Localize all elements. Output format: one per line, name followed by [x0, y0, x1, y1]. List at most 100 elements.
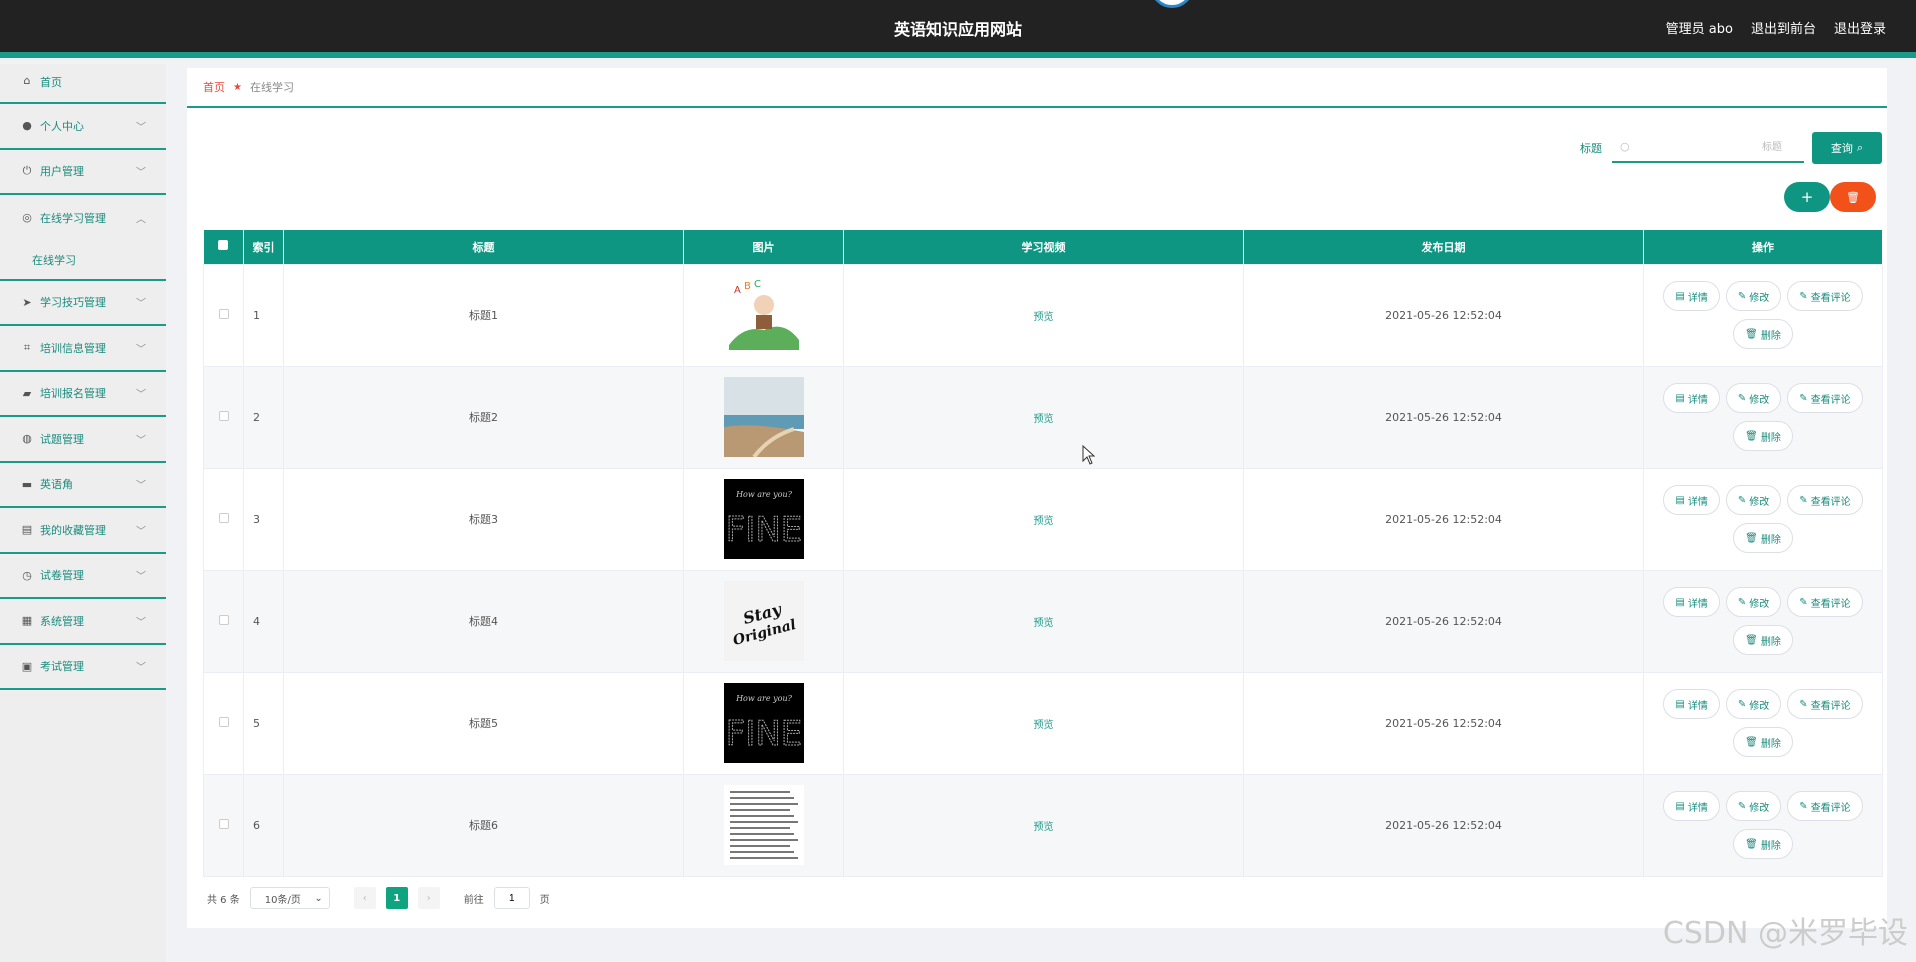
edit-button[interactable]: ✎ 修改 [1725, 281, 1782, 311]
delete-label: 删除 [1760, 738, 1781, 750]
breadcrumb-home[interactable]: 首页 [203, 79, 225, 95]
view-comments-button[interactable]: ✎ 查看评论 [1787, 689, 1863, 719]
preview-link[interactable]: 预览 [1034, 822, 1054, 833]
row-checkbox[interactable] [218, 818, 229, 829]
search-input[interactable] [1612, 133, 1804, 161]
detail-button[interactable]: ▤ 详情 [1663, 485, 1720, 515]
pencil-icon: ✎ [1737, 596, 1747, 608]
pencil-icon: ✎ [1737, 494, 1747, 506]
row-checkbox[interactable] [218, 614, 229, 625]
batch-delete-button[interactable]: 🗑 [1830, 182, 1876, 212]
chevron-down-icon: ﹀ [136, 526, 146, 538]
svg-text:How are you?: How are you? [735, 490, 793, 499]
detail-button[interactable]: ▤ 详情 [1663, 587, 1720, 617]
delete-button[interactable]: 🗑 删除 [1733, 727, 1793, 757]
next-page-button[interactable]: › [417, 887, 440, 909]
checklist-icon: ▣ [21, 659, 33, 673]
row-actions: ▤ 详情 ✎ 修改 ✎ 查看评论 🗑 删除 [1643, 671, 1883, 775]
row-date: 2021-05-26 12:52:04 [1243, 569, 1644, 673]
detail-button[interactable]: ▤ 详情 [1663, 791, 1720, 821]
prev-page-button[interactable]: ‹ [353, 887, 376, 909]
sidebar-item-favorites[interactable]: ▤ 我的收藏管理 ﹀ [0, 508, 166, 554]
delete-button[interactable]: 🗑 删除 [1733, 523, 1793, 553]
col-header-date: 发布日期 [1243, 230, 1644, 264]
sidebar-item-users[interactable]: ⏻ 用户管理 ﹀ [0, 150, 166, 195]
submenu-online-learning[interactable]: 在线学习 [0, 241, 166, 281]
sidebar-item-system[interactable]: ▦ 系统管理 ﹀ [0, 599, 166, 645]
row-actions: ▤ 详情 ✎ 修改 ✎ 查看评论 🗑 删除 [1643, 773, 1883, 877]
row-checkbox[interactable] [218, 410, 229, 421]
sidebar-item-exams[interactable]: ▣ 考试管理 ﹀ [0, 645, 166, 690]
select-all-checkbox[interactable] [218, 240, 229, 251]
view-comments-button[interactable]: ✎ 查看评论 [1787, 383, 1863, 413]
goto-page-input[interactable] [493, 887, 530, 909]
sidebar-item-online-learning[interactable]: ◎ 在线学习管理 ︿ [0, 195, 166, 241]
query-button[interactable]: 查询 ⌕ [1812, 132, 1882, 164]
sidebar-item-profile[interactable]: ● 个人中心 ﹀ [0, 104, 166, 150]
edit-button[interactable]: ✎ 修改 [1725, 689, 1782, 719]
detail-label: 详情 [1687, 394, 1708, 406]
clipboard-icon: ▦ [21, 614, 33, 628]
table-header-row: 索引 标题 图片 学习视频 发布日期 操作 [203, 230, 1883, 264]
sidebar-item-papers[interactable]: ◷ 试卷管理 ﹀ [0, 554, 166, 599]
power-icon: ⏻ [22, 164, 32, 178]
to-front-link[interactable]: 退出到前台 [1751, 18, 1816, 37]
detail-button[interactable]: ▤ 详情 [1663, 383, 1720, 413]
trash-icon: 🗑 [1745, 532, 1758, 544]
row-checkbox[interactable] [218, 308, 229, 319]
sidebar-item-label: 首页 [40, 76, 62, 89]
row-checkbox[interactable] [218, 512, 229, 523]
edit-button[interactable]: ✎ 修改 [1725, 791, 1782, 821]
row-video: 预览 [843, 467, 1244, 571]
detail-label: 详情 [1687, 700, 1708, 712]
view-comments-button[interactable]: ✎ 查看评论 [1787, 791, 1863, 821]
detail-button[interactable]: ▤ 详情 [1663, 689, 1720, 719]
row-title: 标题6 [283, 773, 684, 877]
preview-link[interactable]: 预览 [1034, 414, 1054, 425]
delete-button[interactable]: 🗑 删除 [1733, 625, 1793, 655]
add-button[interactable]: + [1784, 182, 1830, 212]
table-row: 5 标题5 How are you? FINE 预览 2021-05-26 12:52:0… [203, 671, 1883, 775]
view-comments-button[interactable]: ✎ 查看评论 [1787, 485, 1863, 515]
preview-link[interactable]: 预览 [1034, 720, 1054, 731]
trash-icon: 🗑 [1745, 430, 1758, 442]
edit-button[interactable]: ✎ 修改 [1725, 485, 1782, 515]
row-checkbox[interactable] [218, 716, 229, 727]
page-size-select[interactable]: 10条/页 ⌄ [249, 887, 330, 909]
edit-button[interactable]: ✎ 修改 [1725, 383, 1782, 413]
table-row: 1 标题1 A B C 预览 2021-05-26 12:52:04 ▤ 详情 ✎ 修改 ✎ 查看评论 🗑… [203, 263, 1883, 367]
svg-text:A: A [734, 285, 741, 296]
preview-link[interactable]: 预览 [1034, 618, 1054, 629]
delete-button[interactable]: 🗑 删除 [1733, 319, 1793, 349]
delete-button[interactable]: 🗑 删除 [1733, 829, 1793, 859]
site-title: 英语知识应用网站 [893, 20, 1022, 39]
delete-button[interactable]: 🗑 删除 [1733, 421, 1793, 451]
page-1-button[interactable]: 1 [385, 887, 408, 909]
sidebar-item-home[interactable]: ⌂ 首页 [0, 64, 166, 104]
document-icon: ▤ [1675, 800, 1685, 812]
sidebar-item-training-signup[interactable]: ▰ 培训报名管理 ﹀ [0, 372, 166, 417]
watermark: CSDN @米罗毕设 [1662, 916, 1908, 951]
preview-link[interactable]: 预览 [1034, 312, 1054, 323]
data-table: 索引 标题 图片 学习视频 发布日期 操作 1 标题1 A B C 预览 2021-05-2… [203, 230, 1883, 877]
sidebar-item-english-corner[interactable]: ▬ 英语角 ﹀ [0, 463, 166, 508]
trash-icon: 🗑 [1745, 634, 1758, 646]
sidebar-item-questions[interactable]: ◍ 试题管理 ﹀ [0, 417, 166, 463]
view-comments-button[interactable]: ✎ 查看评论 [1787, 281, 1863, 311]
col-header-index: 索引 [243, 230, 284, 264]
row-actions: ▤ 详情 ✎ 修改 ✎ 查看评论 🗑 删除 [1643, 365, 1883, 469]
sidebar-item-training-info[interactable]: ⌗ 培训信息管理 ﹀ [0, 326, 166, 372]
svg-text:C: C [754, 279, 761, 290]
preview-link[interactable]: 预览 [1034, 516, 1054, 527]
svg-text:How are you?: How are you? [735, 694, 793, 703]
row-date: 2021-05-26 12:52:04 [1243, 263, 1644, 367]
view-comments-button[interactable]: ✎ 查看评论 [1787, 587, 1863, 617]
sidebar-item-label: 试题管理 [40, 432, 84, 446]
edit-button[interactable]: ✎ 修改 [1725, 587, 1782, 617]
sidebar-item-tips[interactable]: ➤ 学习技巧管理 ﹀ [0, 281, 166, 326]
logout-link[interactable]: 退出登录 [1834, 18, 1886, 37]
view-comments-label: 查看评论 [1810, 394, 1851, 406]
chevron-down-icon: ﹀ [136, 662, 146, 674]
detail-button[interactable]: ▤ 详情 [1663, 281, 1720, 311]
detail-label: 详情 [1687, 292, 1708, 304]
